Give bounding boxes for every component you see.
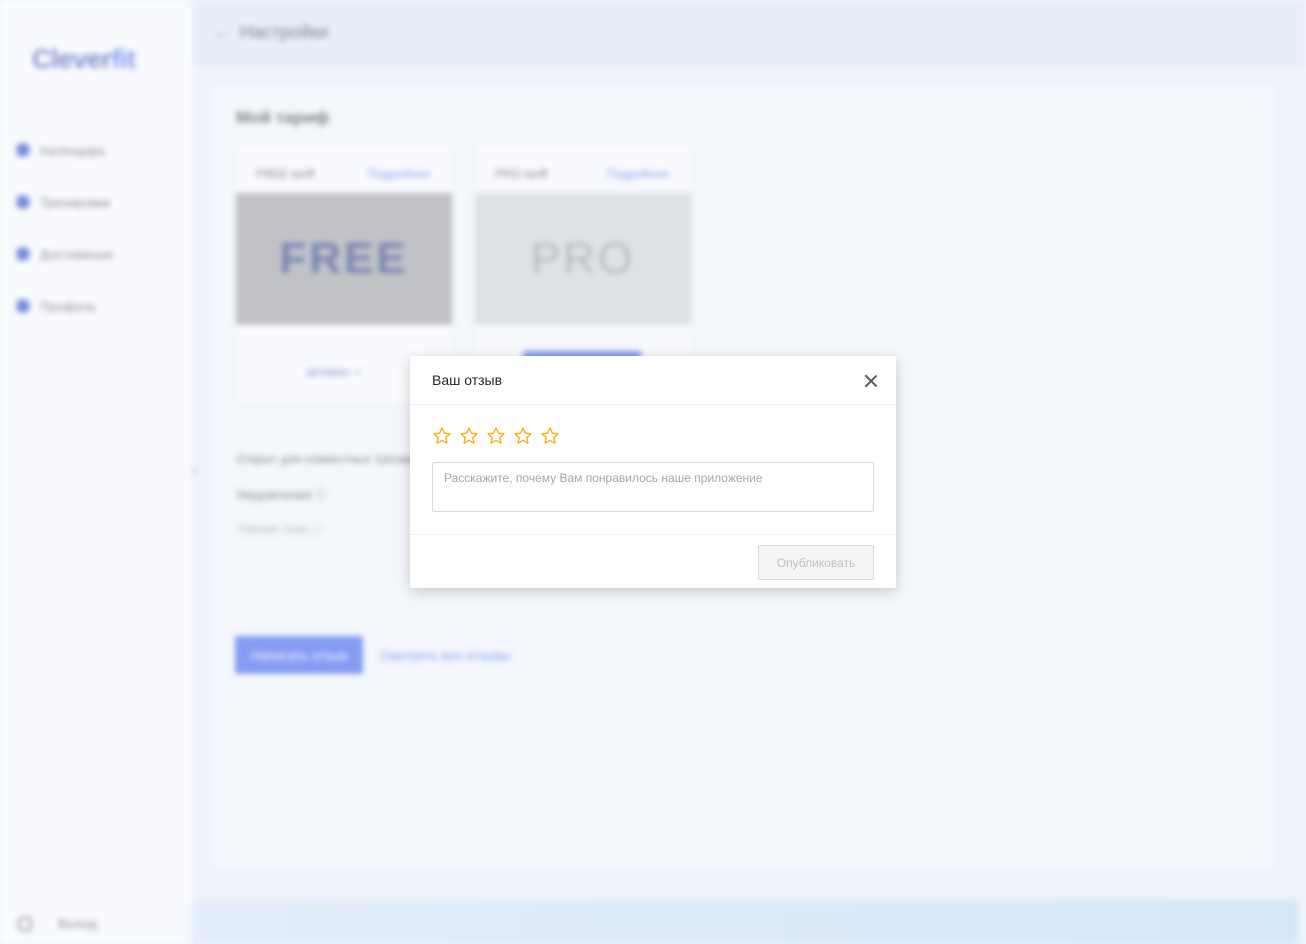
star-icon[interactable] (540, 426, 560, 446)
modal-header: Ваш отзыв (410, 356, 896, 405)
star-icon[interactable] (513, 426, 533, 446)
publish-button[interactable]: Опубликовать (758, 545, 874, 580)
close-icon[interactable] (862, 372, 880, 390)
star-icon[interactable] (432, 426, 452, 446)
modal-footer: Опубликовать (410, 534, 896, 588)
star-icon[interactable] (459, 426, 479, 446)
modal-title: Ваш отзыв (432, 372, 503, 388)
feedback-modal: Ваш отзыв Опубликовать (410, 356, 896, 588)
star-icon[interactable] (486, 426, 506, 446)
rating-stars (432, 426, 567, 446)
review-textarea[interactable] (432, 462, 874, 512)
